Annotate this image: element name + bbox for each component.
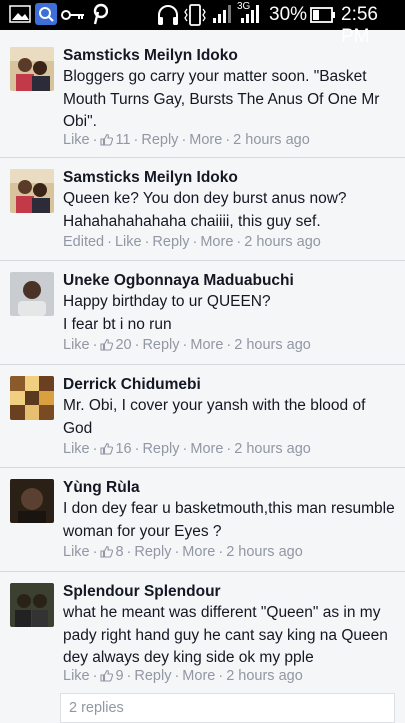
comment-text: I don dey fear u basketmouth,this man re… [63,500,395,540]
reply-button[interactable]: Reply [142,441,179,457]
like-count[interactable]: 8 [100,544,124,560]
more-button[interactable]: More [190,337,223,353]
like-button[interactable]: Like [63,132,90,148]
comment: Yùng Rùla I don dey fear u basketmouth,t… [0,467,405,572]
reply-button[interactable]: Reply [134,668,171,684]
comment-timestamp[interactable]: 2 hours ago [226,544,303,560]
comment-actions: Like · 11 · Reply · More · 2 hours ago [63,132,310,148]
comment-actions: Like · 20 · Reply · More · 2 hours ago [63,337,311,353]
like-count[interactable]: 9 [100,668,124,684]
battery-percent: 30% [269,4,308,25]
view-replies-link[interactable]: 2 replies [60,693,395,723]
comment-actions: Edited · Like · Reply · More · 2 hours ago [63,234,321,250]
reply-button[interactable]: Reply [142,337,179,353]
key-icon [61,8,85,26]
comment-author[interactable]: Samsticks Meilyn Idoko [63,47,238,65]
pinterest-icon [92,3,109,30]
reply-button[interactable]: Reply [141,132,178,148]
more-button[interactable]: More [200,234,233,250]
reply-button[interactable]: Reply [152,234,189,250]
like-count[interactable]: 16 [100,441,132,457]
comment-author[interactable]: Samsticks Meilyn Idoko [63,169,238,187]
comment-text: what he meant was different "Queen" as i… [63,604,388,666]
reply-button[interactable]: Reply [134,544,171,560]
thumbs-up-icon [100,338,114,351]
like-button[interactable]: Like [115,234,142,250]
thumbs-up-icon [100,133,114,146]
like-button[interactable]: Like [63,337,90,353]
edited-label: Edited [63,234,105,250]
comment: Uneke Ogbonnaya Maduabuchi Happy birthda… [0,260,405,365]
comment-text: Queen ke? You don dey burst anus now? Ha… [63,190,347,230]
more-button[interactable]: More [189,132,222,148]
comment-timestamp[interactable]: 2 hours ago [226,668,303,684]
more-button[interactable]: More [190,441,223,457]
comment-actions: Like · 16 · Reply · More · 2 hours ago [63,441,311,457]
comment-timestamp[interactable]: 2 hours ago [234,337,311,353]
battery-icon [310,7,336,28]
signal-icon [212,4,232,29]
comment-author[interactable]: Yùng Rùla [63,479,140,497]
signal-3g-icon [239,4,261,29]
comment-timestamp[interactable]: 2 hours ago [233,132,310,148]
thumbs-up-icon [100,442,114,455]
like-count[interactable]: 11 [100,132,131,148]
comment-author[interactable]: Splendour Splendour [63,583,221,601]
search-icon [35,3,57,30]
avatar[interactable] [10,376,54,420]
comment-timestamp[interactable]: 2 hours ago [244,234,321,250]
comment-text: Happy birthday to ur QUEEN? I fear bt i … [63,293,271,333]
comment-author[interactable]: Uneke Ogbonnaya Maduabuchi [63,272,294,290]
comment-actions: Like · 9 · Reply · More · 2 hours ago [63,668,303,684]
headphones-icon [156,4,180,31]
comment: Samsticks Meilyn Idoko Bloggers go carry… [0,35,405,158]
gallery-icon [9,5,31,28]
comment: Derrick Chidumebi Mr. Obi, I cover your … [0,364,405,468]
like-button[interactable]: Like [63,441,90,457]
avatar[interactable] [10,583,54,627]
like-count[interactable]: 20 [100,337,132,353]
avatar[interactable] [10,47,54,91]
comment-text: Mr. Obi, I cover your yansh with the blo… [63,397,366,437]
status-bar: 3G 30% 2:56 PM [0,0,405,47]
avatar[interactable] [10,479,54,523]
thumbs-up-icon [100,669,114,682]
avatar[interactable] [10,272,54,316]
comment-author[interactable]: Derrick Chidumebi [63,376,201,394]
vibrate-icon [184,3,206,32]
more-button[interactable]: More [182,544,215,560]
comment-text: Bloggers go carry your matter soon. "Bas… [63,68,380,130]
comment: Samsticks Meilyn Idoko Queen ke? You don… [0,157,405,261]
comment-actions: Like · 8 · Reply · More · 2 hours ago [63,544,303,560]
like-button[interactable]: Like [63,668,90,684]
more-button[interactable]: More [182,668,215,684]
like-button[interactable]: Like [63,544,90,560]
thumbs-up-icon [100,545,114,558]
comment-timestamp[interactable]: 2 hours ago [234,441,311,457]
avatar[interactable] [10,169,54,213]
